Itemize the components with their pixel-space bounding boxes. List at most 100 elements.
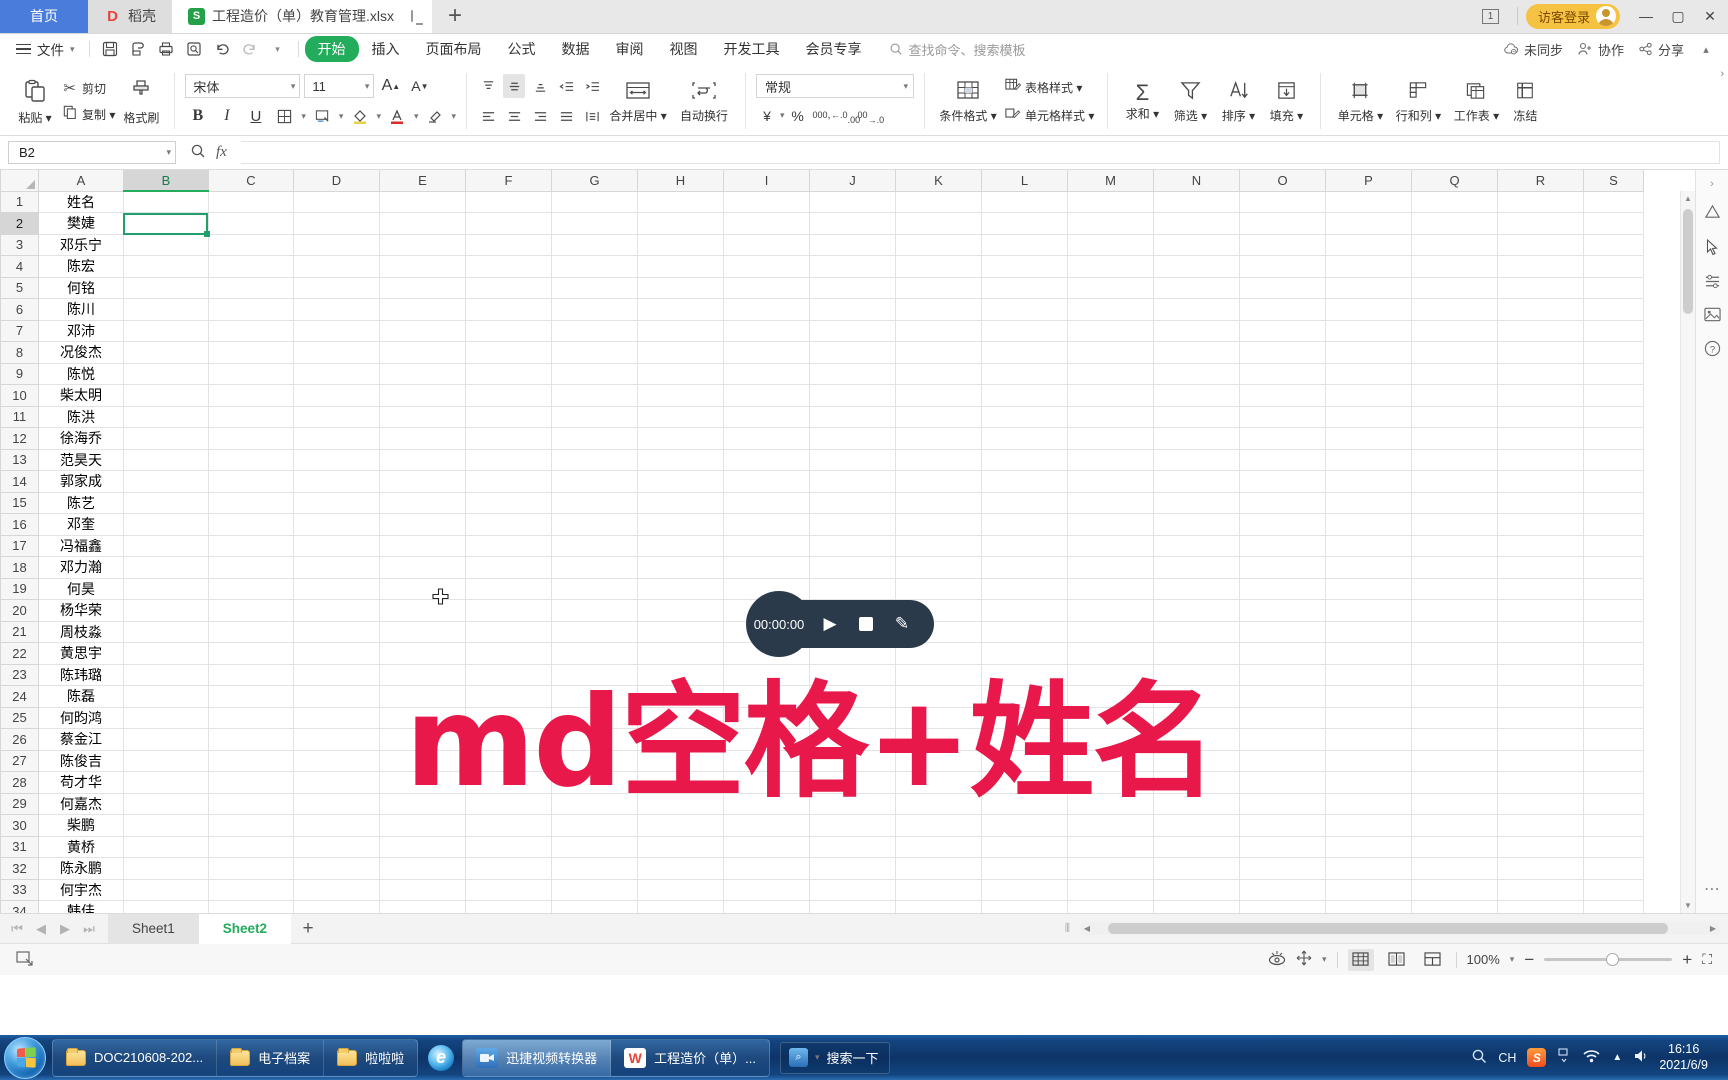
cell-O26[interactable] xyxy=(1239,728,1326,751)
row-header-22[interactable]: 22 xyxy=(0,642,39,665)
cell-H8[interactable] xyxy=(637,341,724,364)
cell-D2[interactable] xyxy=(293,212,380,235)
minimize-button[interactable]: — xyxy=(1630,0,1662,33)
cell-O17[interactable] xyxy=(1239,534,1326,557)
cell-E8[interactable] xyxy=(379,341,466,364)
cell-S25[interactable] xyxy=(1583,706,1644,729)
cell-B19[interactable] xyxy=(123,577,209,600)
cell-G32[interactable] xyxy=(551,857,638,880)
cell-H12[interactable] xyxy=(637,427,724,450)
print-icon[interactable] xyxy=(152,37,180,61)
cell-A17[interactable]: 冯福鑫 xyxy=(38,534,124,557)
cell-C7[interactable] xyxy=(208,319,294,342)
cell-S16[interactable] xyxy=(1583,513,1644,536)
cell-L7[interactable] xyxy=(981,319,1068,342)
cell-B22[interactable] xyxy=(123,642,209,665)
cell-I4[interactable] xyxy=(723,255,810,278)
cell-O10[interactable] xyxy=(1239,384,1326,407)
cell-A30[interactable]: 柴鹏 xyxy=(38,814,124,837)
sogou-ime-icon[interactable]: S xyxy=(1527,1048,1547,1067)
sort-button[interactable]: 排序 ▾ xyxy=(1214,67,1262,135)
cell-G1[interactable] xyxy=(551,190,638,213)
cell-D3[interactable] xyxy=(293,233,380,256)
conditional-format-button[interactable]: 条件格式 ▾ xyxy=(935,67,1001,135)
cell-L11[interactable] xyxy=(981,405,1068,428)
cell-E16[interactable] xyxy=(379,513,466,536)
collaborate-button[interactable]: 协作 xyxy=(1577,40,1624,59)
cell-M32[interactable] xyxy=(1067,857,1154,880)
cell-N1[interactable] xyxy=(1153,190,1240,213)
new-tab-button[interactable]: + xyxy=(432,0,478,33)
screenshot-icon[interactable] xyxy=(16,950,34,969)
row-header-24[interactable]: 24 xyxy=(0,685,39,708)
taskbar-item-lalala[interactable]: 啦啦啦 xyxy=(324,1040,417,1076)
cell-Q28[interactable] xyxy=(1411,771,1498,794)
cell-C5[interactable] xyxy=(208,276,294,299)
table-row[interactable]: 2 樊婕 xyxy=(0,212,1644,235)
cell-H13[interactable] xyxy=(637,448,724,471)
scroll-right-arrow-icon[interactable]: ▶ xyxy=(1706,922,1720,935)
cell-S1[interactable] xyxy=(1583,190,1644,213)
cell-L17[interactable] xyxy=(981,534,1068,557)
cell-N3[interactable] xyxy=(1153,233,1240,256)
cell-E20[interactable] xyxy=(379,599,466,622)
cell-O27[interactable] xyxy=(1239,749,1326,772)
cell-L13[interactable] xyxy=(981,448,1068,471)
cell-L32[interactable] xyxy=(981,857,1068,880)
cell-A27[interactable]: 陈俊吉 xyxy=(38,749,124,772)
cell-A14[interactable]: 郭家成 xyxy=(38,470,124,493)
cell-B28[interactable] xyxy=(123,771,209,794)
cell-H32[interactable] xyxy=(637,857,724,880)
cell-A7[interactable]: 邓沛 xyxy=(38,319,124,342)
quick-access-more-icon[interactable]: ▾ xyxy=(264,37,292,61)
cell-D11[interactable] xyxy=(293,405,380,428)
cell-N9[interactable] xyxy=(1153,362,1240,385)
cell-L3[interactable] xyxy=(981,233,1068,256)
cell-C18[interactable] xyxy=(208,556,294,579)
cell-K33[interactable] xyxy=(895,878,982,901)
cell-O23[interactable] xyxy=(1239,663,1326,686)
cell-K13[interactable] xyxy=(895,448,982,471)
cell-P2[interactable] xyxy=(1325,212,1412,235)
split-handle-icon[interactable]: ⦀ xyxy=(1065,921,1070,936)
cell-F14[interactable] xyxy=(465,470,552,493)
borders-button[interactable] xyxy=(272,104,297,128)
row-header-14[interactable]: 14 xyxy=(0,470,39,493)
cell-K11[interactable] xyxy=(895,405,982,428)
cell-O19[interactable] xyxy=(1239,577,1326,600)
file-menu-button[interactable]: 文件 ▾ xyxy=(8,37,83,61)
cell-D17[interactable] xyxy=(293,534,380,557)
cell-O31[interactable] xyxy=(1239,835,1326,858)
cell-P33[interactable] xyxy=(1325,878,1412,901)
cell-B16[interactable] xyxy=(123,513,209,536)
row-header-1[interactable]: 1 xyxy=(0,190,39,213)
cell-C20[interactable] xyxy=(208,599,294,622)
cell-P5[interactable] xyxy=(1325,276,1412,299)
cell-K8[interactable] xyxy=(895,341,982,364)
row-header-21[interactable]: 21 xyxy=(0,620,39,643)
cell-O3[interactable] xyxy=(1239,233,1326,256)
cell-Q1[interactable] xyxy=(1411,190,1498,213)
cell-G8[interactable] xyxy=(551,341,638,364)
cell-S12[interactable] xyxy=(1583,427,1644,450)
cell-A21[interactable]: 周枝淼 xyxy=(38,620,124,643)
cell-Q17[interactable] xyxy=(1411,534,1498,557)
cell-N32[interactable] xyxy=(1153,857,1240,880)
text-effects-button[interactable] xyxy=(310,104,335,128)
cell-R4[interactable] xyxy=(1497,255,1584,278)
tab-docer[interactable]: D 稻壳 xyxy=(88,0,172,33)
cell-I33[interactable] xyxy=(723,878,810,901)
redo-icon[interactable] xyxy=(236,37,264,61)
cell-K3[interactable] xyxy=(895,233,982,256)
cell-D21[interactable] xyxy=(293,620,380,643)
cell-B32[interactable] xyxy=(123,857,209,880)
increase-font-size-button[interactable]: A ▲ xyxy=(378,74,403,98)
chevron-down-icon[interactable]: ▾ xyxy=(376,111,381,122)
cell-M34[interactable] xyxy=(1067,900,1154,913)
cell-G31[interactable] xyxy=(551,835,638,858)
column-header-J[interactable]: J xyxy=(809,170,896,192)
cell-G33[interactable] xyxy=(551,878,638,901)
cell-J5[interactable] xyxy=(809,276,896,299)
name-box[interactable]: B2 ▾ xyxy=(8,141,176,164)
cell-N15[interactable] xyxy=(1153,491,1240,514)
